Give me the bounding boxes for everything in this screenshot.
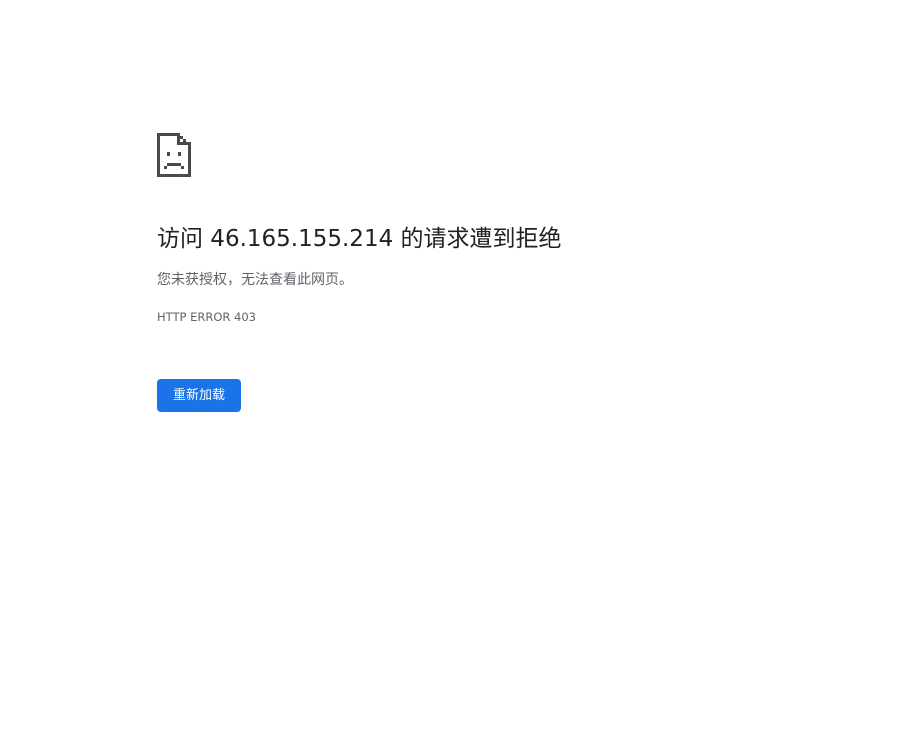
error-message: 您未获授权，无法查看此网页。 bbox=[157, 272, 353, 288]
error-page: 访问 46.165.155.214 的请求遭到拒绝 您未获授权，无法查看此网页。… bbox=[0, 0, 913, 746]
error-content: 访问 46.165.155.214 的请求遭到拒绝 您未获授权，无法查看此网页。… bbox=[157, 133, 757, 412]
reload-button[interactable]: 重新加载 bbox=[157, 379, 241, 412]
page-title: 访问 46.165.155.214 的请求遭到拒绝 bbox=[157, 226, 562, 252]
error-code: HTTP ERROR 403 bbox=[157, 310, 256, 324]
sad-document-icon bbox=[157, 133, 191, 177]
